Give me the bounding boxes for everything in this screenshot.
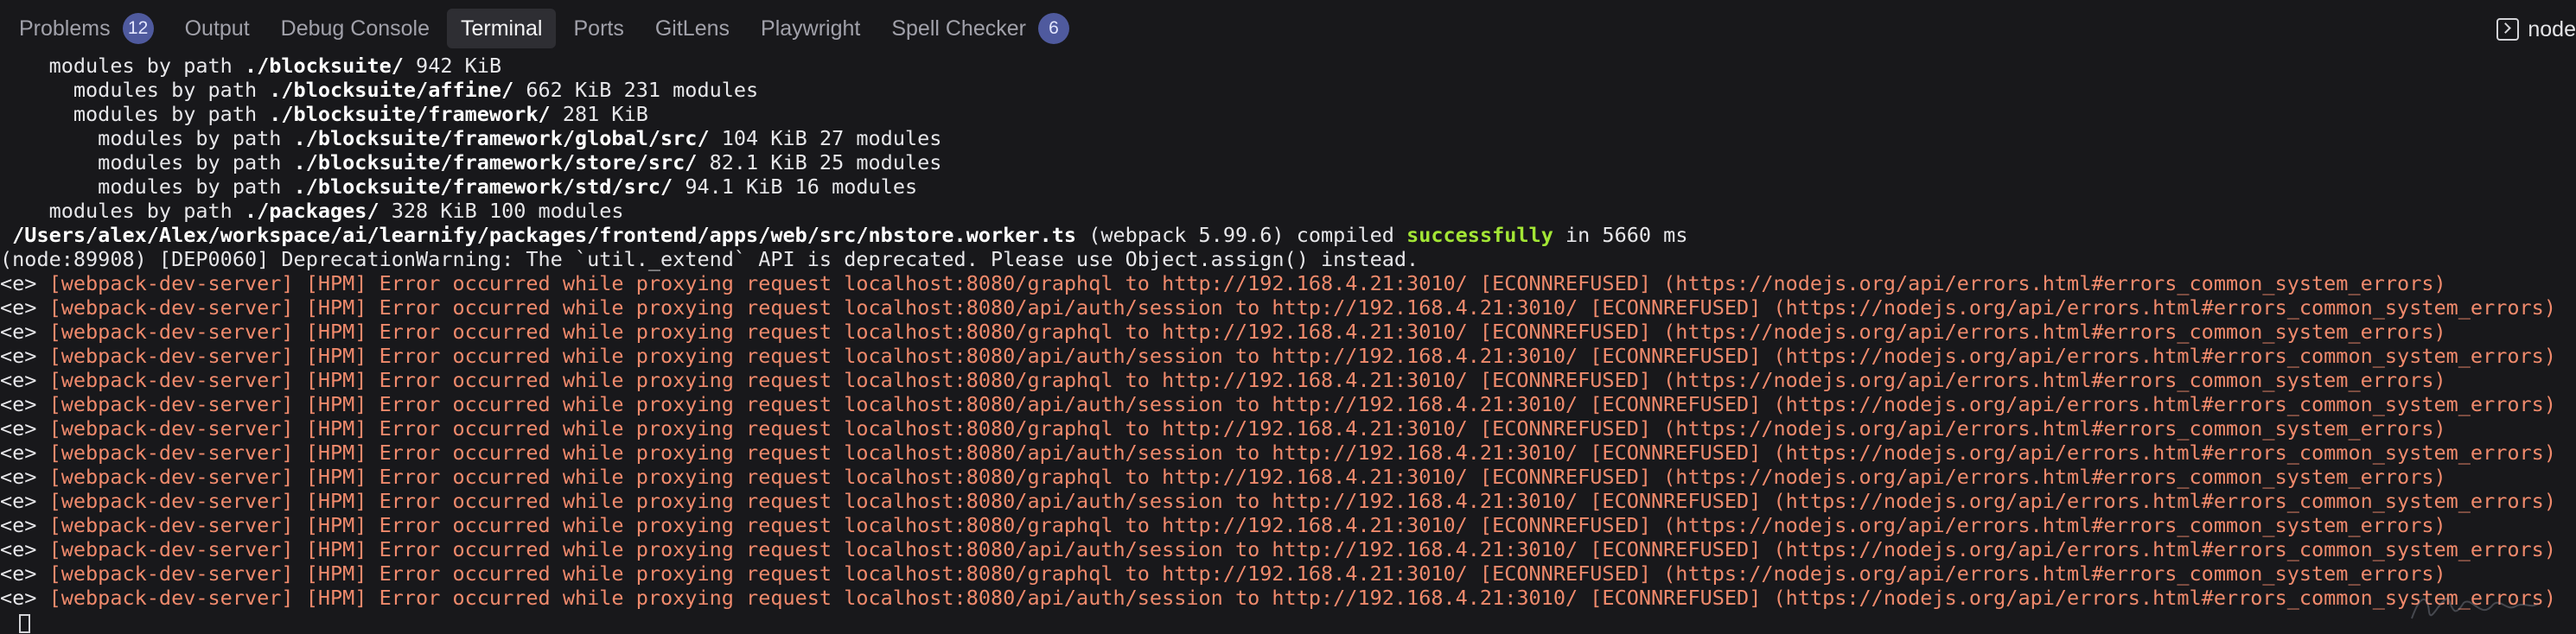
- error-prefix: <e>: [0, 441, 49, 465]
- tab-label: Terminal: [461, 16, 543, 41]
- error-line: <e> [webpack-dev-server] [HPM] Error occ…: [0, 392, 2576, 416]
- tab-label: GitLens: [654, 16, 730, 41]
- error-line: <e> [webpack-dev-server] [HPM] Error occ…: [0, 489, 2576, 513]
- error-message: [webpack-dev-server] [HPM] Error occurre…: [48, 489, 2556, 513]
- error-line: <e> [webpack-dev-server] [HPM] Error occ…: [0, 561, 2576, 586]
- terminal-line: modules by path ./blocksuite/framework/s…: [0, 174, 918, 199]
- error-line: <e> [webpack-dev-server] [HPM] Error occ…: [0, 465, 2576, 489]
- compiled-file-path: /Users/alex/Alex/workspace/ai/learnify/p…: [0, 223, 1077, 247]
- terminal-line: modules by path ./blocksuite/affine/ 662…: [0, 78, 759, 102]
- terminal-line: modules by path ./blocksuite/framework/ …: [0, 102, 648, 126]
- error-message: [webpack-dev-server] [HPM] Error occurre…: [48, 561, 2446, 586]
- tab-label: Ports: [573, 16, 624, 41]
- terminal-output[interactable]: modules by path ./blocksuite/ 942 KiB mo…: [0, 57, 2576, 634]
- terminal-kind-label: node: [2528, 16, 2576, 41]
- error-message: [webpack-dev-server] [HPM] Error occurre…: [48, 465, 2446, 489]
- tab-ports[interactable]: Ports: [559, 9, 637, 48]
- error-line: <e> [webpack-dev-server] [HPM] Error occ…: [0, 416, 2576, 441]
- error-prefix: <e>: [0, 586, 49, 610]
- error-message: [webpack-dev-server] [HPM] Error occurre…: [48, 586, 2556, 610]
- tab-label: Spell Checker: [891, 16, 1026, 41]
- terminal-prompt-line[interactable]: [0, 610, 2576, 634]
- error-line: <e> [webpack-dev-server] [HPM] Error occ…: [0, 271, 2576, 295]
- tab-gitlens[interactable]: GitLens: [641, 9, 743, 48]
- error-message: [webpack-dev-server] [HPM] Error occurre…: [48, 295, 2556, 320]
- terminal-icon: [2496, 18, 2520, 41]
- spell-checker-count-badge: 6: [1037, 13, 1069, 44]
- error-prefix: <e>: [0, 416, 49, 441]
- error-message: [webpack-dev-server] [HPM] Error occurre…: [48, 271, 2446, 295]
- error-line: <e> [webpack-dev-server] [HPM] Error occ…: [0, 344, 2576, 368]
- tab-playwright[interactable]: Playwright: [747, 9, 874, 48]
- error-message: [webpack-dev-server] [HPM] Error occurre…: [48, 513, 2446, 537]
- terminal-line: modules by path ./packages/ 328 KiB 100 …: [0, 199, 624, 223]
- error-message: [webpack-dev-server] [HPM] Error occurre…: [48, 441, 2556, 465]
- error-prefix: <e>: [0, 368, 49, 392]
- error-line: <e> [webpack-dev-server] [HPM] Error occ…: [0, 295, 2576, 320]
- error-line: <e> [webpack-dev-server] [HPM] Error occ…: [0, 586, 2576, 610]
- error-line: <e> [webpack-dev-server] [HPM] Error occ…: [0, 537, 2576, 561]
- terminal-panel: Problems 12 Output Debug Console Termina…: [0, 0, 2576, 634]
- error-message: [webpack-dev-server] [HPM] Error occurre…: [48, 416, 2446, 441]
- tab-label: Debug Console: [280, 16, 430, 41]
- compile-status-line: /Users/alex/Alex/workspace/ai/learnify/p…: [0, 223, 1688, 247]
- error-prefix: <e>: [0, 392, 49, 416]
- tab-label: Problems: [19, 16, 111, 41]
- error-message: [webpack-dev-server] [HPM] Error occurre…: [48, 368, 2446, 392]
- success-label: successfully: [1406, 223, 1553, 247]
- error-message: [webpack-dev-server] [HPM] Error occurre…: [48, 320, 2446, 344]
- tab-label: Playwright: [761, 16, 861, 41]
- signature-watermark: [2411, 596, 2539, 619]
- tab-problems[interactable]: Problems 12: [5, 9, 168, 48]
- error-message: [webpack-dev-server] [HPM] Error occurre…: [48, 392, 2556, 416]
- terminal-cursor: [19, 613, 30, 633]
- error-line: <e> [webpack-dev-server] [HPM] Error occ…: [0, 513, 2576, 537]
- error-prefix: <e>: [0, 561, 49, 586]
- problems-count-badge: 12: [122, 13, 154, 44]
- error-prefix: <e>: [0, 537, 49, 561]
- error-line: <e> [webpack-dev-server] [HPM] Error occ…: [0, 320, 2576, 344]
- error-prefix: <e>: [0, 344, 49, 368]
- error-line: <e> [webpack-dev-server] [HPM] Error occ…: [0, 441, 2576, 465]
- deprecation-warning-line: (node:89908) [DEP0060] DeprecationWarnin…: [0, 247, 1419, 271]
- terminal-line: modules by path ./blocksuite/ 942 KiB: [0, 57, 502, 78]
- error-message: [webpack-dev-server] [HPM] Error occurre…: [48, 537, 2556, 561]
- terminal-line: modules by path ./blocksuite/framework/s…: [0, 150, 942, 174]
- error-prefix: <e>: [0, 465, 49, 489]
- error-prefix: <e>: [0, 295, 49, 320]
- error-line: <e> [webpack-dev-server] [HPM] Error occ…: [0, 368, 2576, 392]
- terminal-line: modules by path ./blocksuite/framework/g…: [0, 126, 942, 150]
- error-message: [webpack-dev-server] [HPM] Error occurre…: [48, 344, 2556, 368]
- panel-tab-bar: Problems 12 Output Debug Console Termina…: [0, 0, 2576, 57]
- tab-spell-checker[interactable]: Spell Checker 6: [877, 9, 1083, 48]
- error-prefix: <e>: [0, 513, 49, 537]
- tab-terminal[interactable]: Terminal: [447, 9, 557, 48]
- terminal-selector[interactable]: node: [2496, 12, 2576, 47]
- tab-debug-console[interactable]: Debug Console: [267, 9, 443, 48]
- tab-output[interactable]: Output: [171, 9, 264, 48]
- tab-label: Output: [184, 16, 250, 41]
- error-prefix: <e>: [0, 489, 49, 513]
- error-prefix: <e>: [0, 320, 49, 344]
- error-prefix: <e>: [0, 271, 49, 295]
